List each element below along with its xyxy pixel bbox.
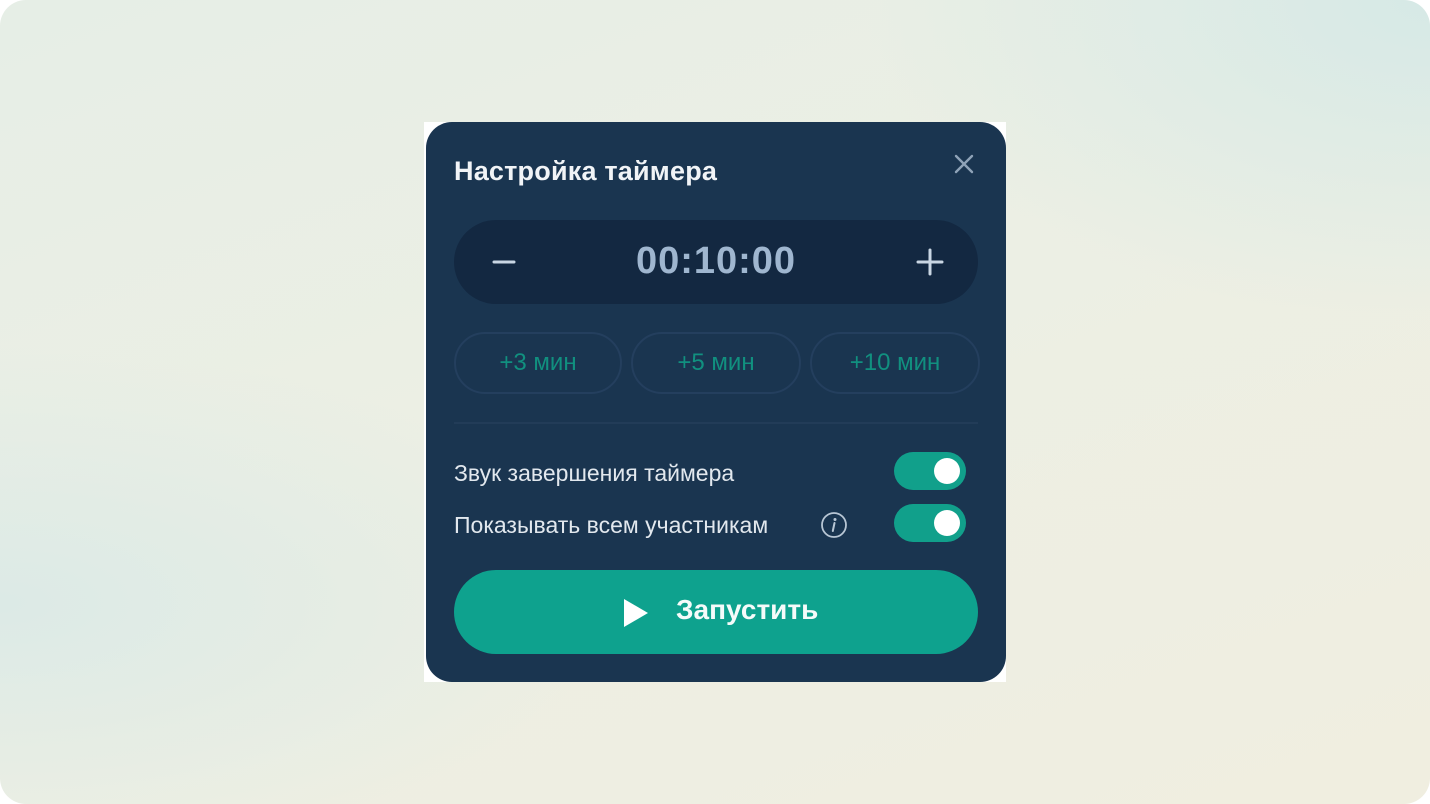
- preset-buttons: +3 мин +5 мин +10 мин: [454, 332, 980, 396]
- background-frame: Настройка таймера 00:10:00 +3 мин +5 мин…: [0, 0, 1430, 804]
- start-button-label: Запустить: [676, 594, 819, 625]
- start-button[interactable]: Запустить: [454, 570, 978, 654]
- sound-toggle[interactable]: [894, 452, 966, 490]
- time-stepper: 00:10:00: [454, 220, 978, 304]
- toggle-knob: [934, 510, 960, 536]
- play-icon: [624, 599, 648, 627]
- preset-10-min-button[interactable]: +10 мин: [810, 332, 980, 394]
- timer-settings-panel: Настройка таймера 00:10:00 +3 мин +5 мин…: [426, 122, 1006, 682]
- close-button[interactable]: [952, 152, 976, 176]
- time-value[interactable]: 00:10:00: [454, 240, 978, 283]
- toggle-knob: [934, 458, 960, 484]
- show-all-option-row: Показывать всем участникам: [454, 504, 966, 544]
- preset-3-min-button[interactable]: +3 мин: [454, 332, 622, 394]
- divider: [454, 422, 978, 424]
- preset-5-min-button[interactable]: +5 мин: [631, 332, 801, 394]
- increase-time-button[interactable]: [910, 242, 950, 282]
- show-all-toggle[interactable]: [894, 504, 966, 542]
- sound-option-label: Звук завершения таймера: [454, 460, 735, 486]
- plus-icon: [916, 248, 944, 276]
- show-all-option-label: Показывать всем участникам: [454, 512, 769, 538]
- panel-container: Настройка таймера 00:10:00 +3 мин +5 мин…: [424, 122, 1006, 682]
- sound-option-row: Звук завершения таймера: [454, 452, 966, 492]
- panel-title: Настройка таймера: [454, 156, 718, 186]
- info-icon[interactable]: [820, 511, 848, 539]
- close-icon: [954, 154, 974, 174]
